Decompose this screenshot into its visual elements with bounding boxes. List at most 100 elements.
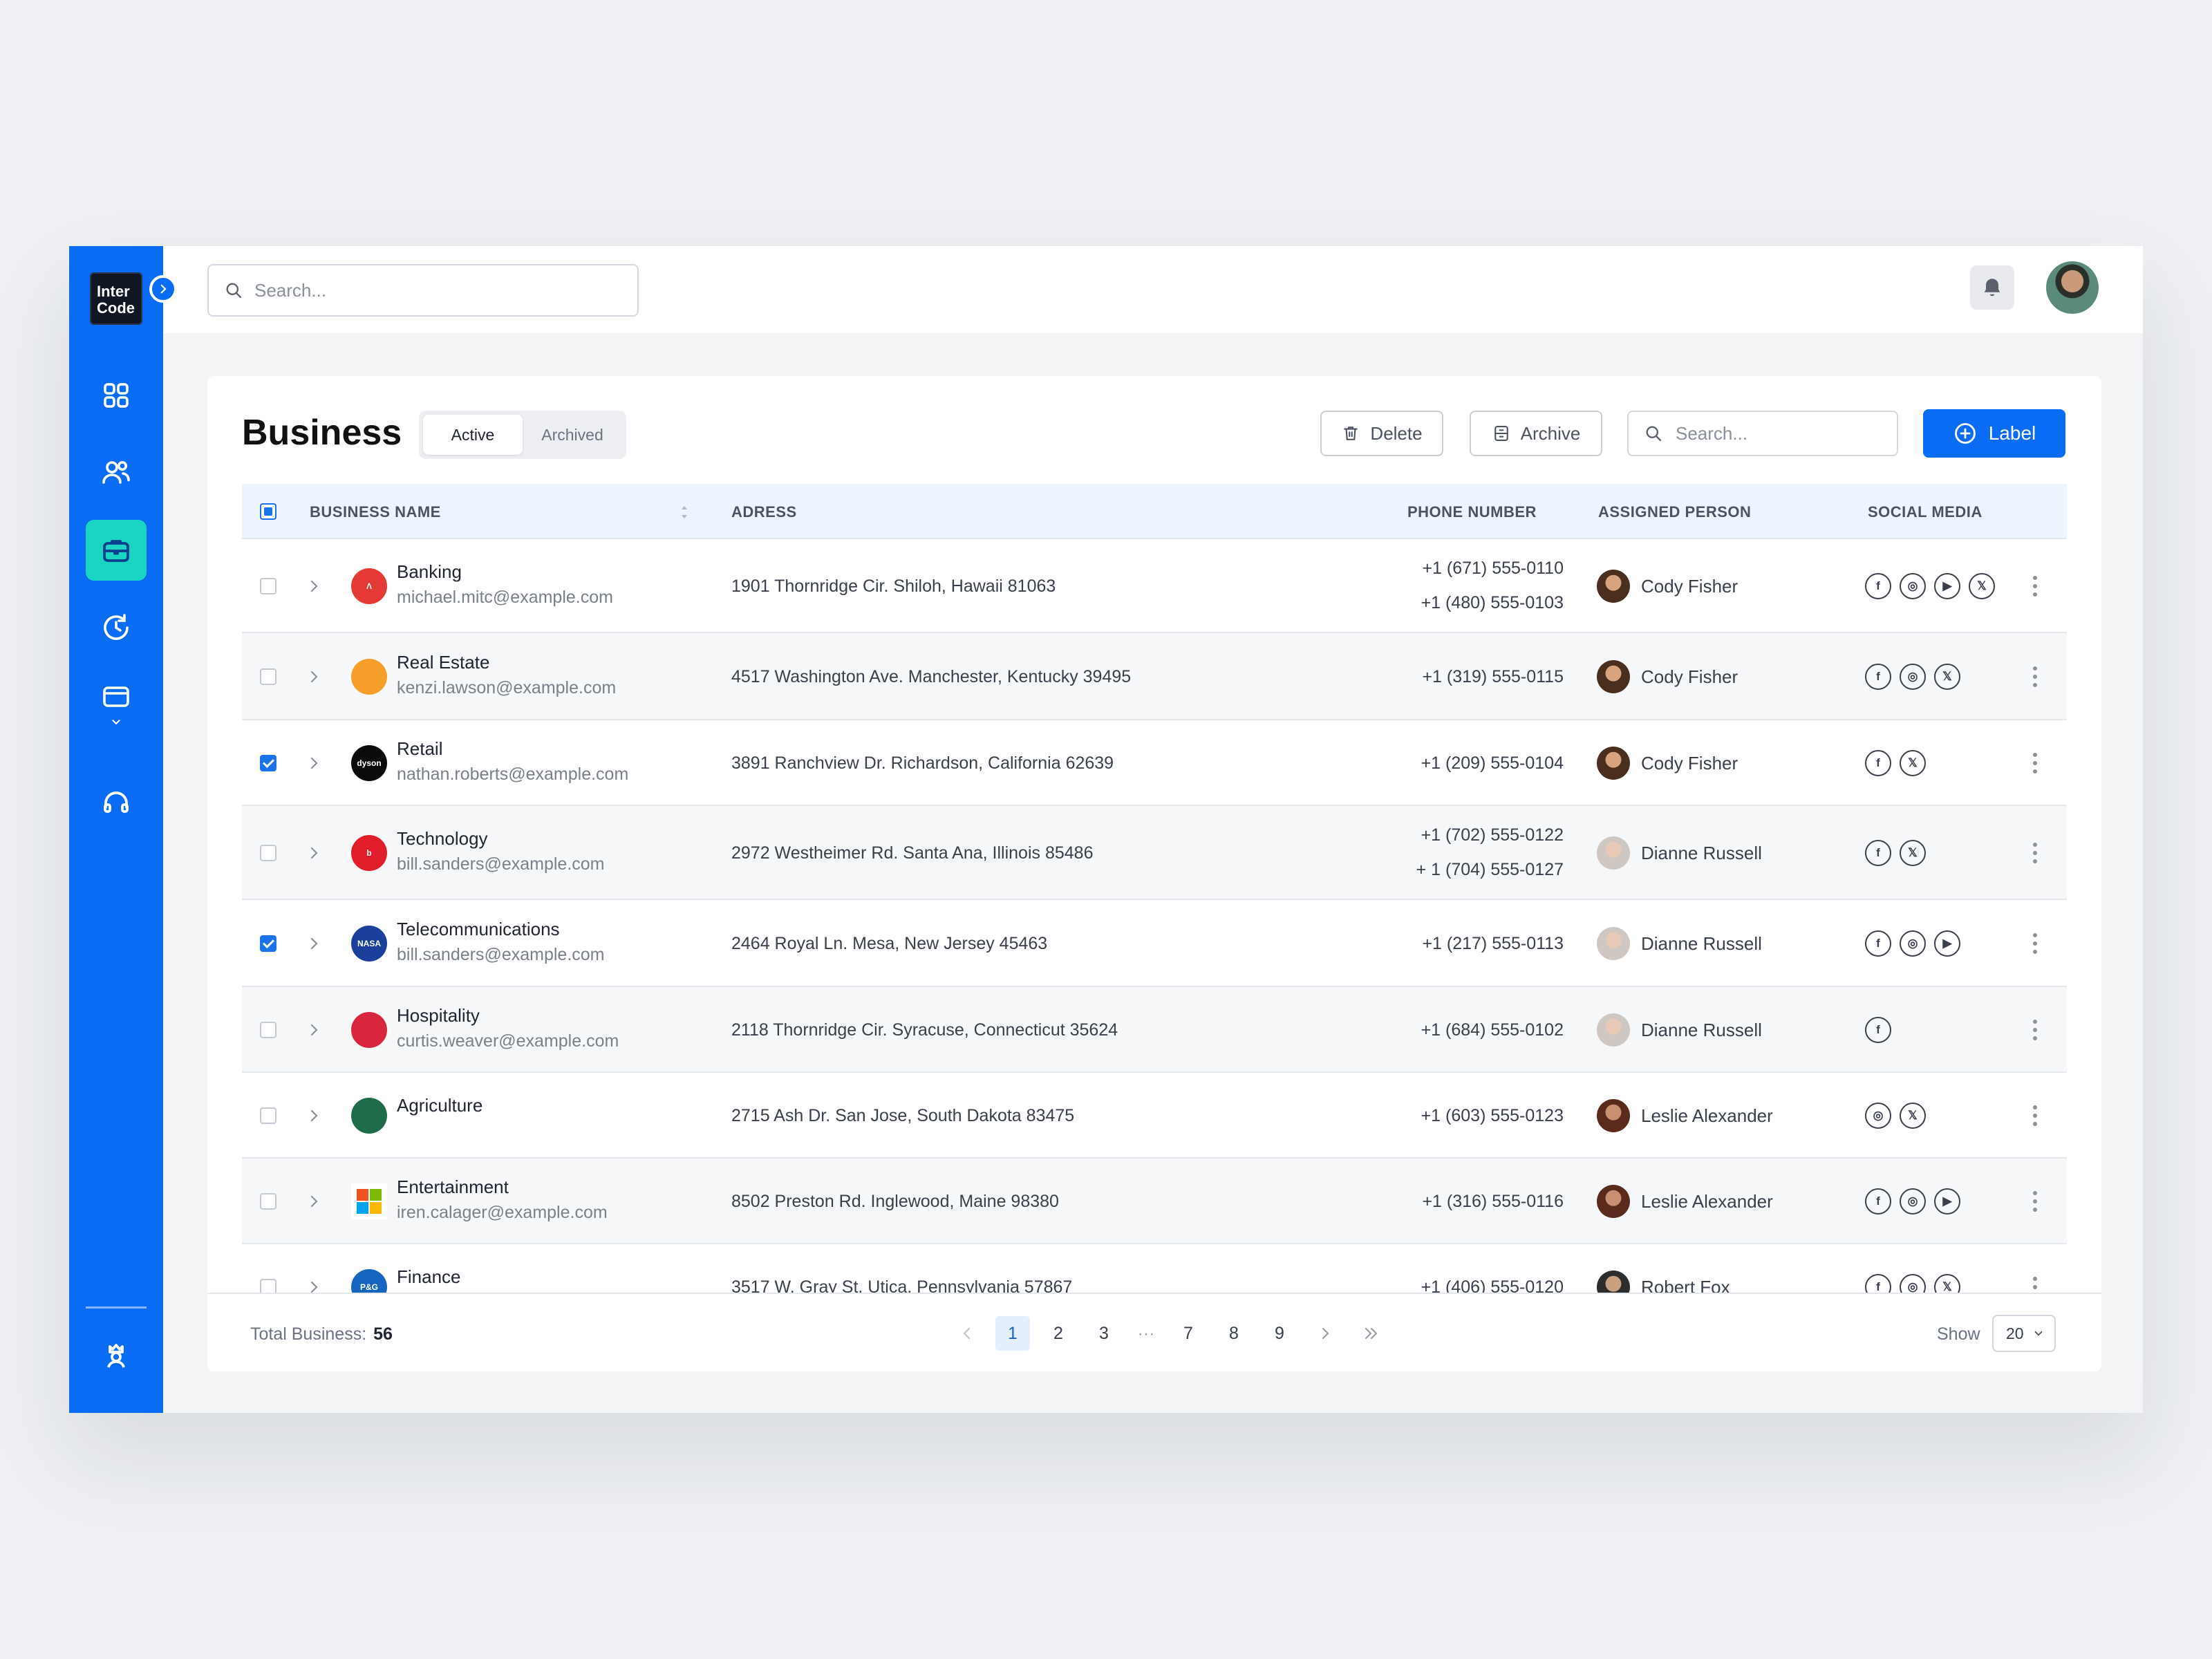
business-name[interactable]: Agriculture [397, 1095, 482, 1116]
sidebar-item-history[interactable] [86, 597, 147, 658]
page-button-2[interactable]: 2 [1041, 1316, 1076, 1351]
x-icon[interactable]: 𝕏 [1934, 664, 1960, 690]
business-address: 8502 Preston Rd. Inglewood, Maine 98380 [731, 1192, 1059, 1211]
row-checkbox[interactable] [260, 668, 276, 685]
business-name[interactable]: Finance [397, 1266, 461, 1288]
business-name[interactable]: Real Estate [397, 652, 489, 673]
youtube-icon[interactable]: ▶ [1934, 573, 1960, 599]
facebook-icon[interactable]: f [1865, 1017, 1891, 1043]
facebook-icon[interactable]: f [1865, 750, 1891, 776]
more-options-icon[interactable] [2032, 1103, 2038, 1128]
more-options-icon[interactable] [2032, 1189, 2038, 1214]
row-checkbox[interactable] [260, 1022, 276, 1038]
sidebar-item-dashboard[interactable] [86, 365, 147, 426]
facebook-icon[interactable]: f [1865, 664, 1891, 690]
table-row[interactable]: Real Estate kenzi.lawson@example.com 4517 … [242, 633, 2067, 720]
tab-archived[interactable]: Archived [523, 415, 622, 455]
chevron-right-icon[interactable] [306, 755, 322, 771]
instagram-icon[interactable]: ◎ [1900, 930, 1926, 957]
header-business-name[interactable]: BUSINESS NAME [310, 503, 441, 521]
page-button-3[interactable]: 3 [1087, 1316, 1121, 1351]
facebook-icon[interactable]: f [1865, 573, 1891, 599]
tab-active[interactable]: Active [423, 415, 523, 455]
business-logo [351, 1098, 387, 1134]
x-icon[interactable]: 𝕏 [1900, 840, 1926, 866]
x-icon[interactable]: 𝕏 [1969, 573, 1995, 599]
business-logo [351, 1183, 387, 1219]
chevron-right-icon[interactable] [306, 1107, 322, 1124]
add-label-button[interactable]: Label [1923, 409, 2065, 458]
more-options-icon[interactable] [2032, 664, 2038, 689]
chevron-right-icon [1322, 1327, 1329, 1340]
table-row[interactable]: dyson Retail nathan.roberts@example.com 389… [242, 720, 2067, 806]
business-name[interactable]: Hospitality [397, 1005, 480, 1027]
select-all-checkbox[interactable] [260, 503, 276, 520]
sidebar-item-support[interactable] [86, 771, 147, 832]
instagram-icon[interactable]: ◎ [1900, 1188, 1926, 1215]
row-checkbox[interactable] [260, 578, 276, 594]
sidebar-toggle-button[interactable] [149, 275, 177, 303]
intercode-logo[interactable]: Inter Code [90, 272, 142, 325]
header-phone: PHONE NUMBER [1407, 503, 1537, 521]
row-checkbox[interactable] [260, 1193, 276, 1210]
facebook-icon[interactable]: f [1865, 1188, 1891, 1215]
social-links: f [1865, 1017, 1891, 1043]
chevron-right-icon[interactable] [306, 845, 322, 861]
instagram-icon[interactable]: ◎ [1900, 664, 1926, 690]
x-icon[interactable]: 𝕏 [1900, 750, 1926, 776]
table-search-input[interactable]: Search... [1627, 411, 1898, 456]
business-name[interactable]: Entertainment [397, 1177, 509, 1198]
youtube-icon[interactable]: ▶ [1934, 1188, 1960, 1215]
sidebar-item-users[interactable] [86, 442, 147, 503]
row-checkbox[interactable] [260, 755, 276, 771]
page-button-7[interactable]: 7 [1171, 1316, 1206, 1351]
youtube-icon[interactable]: ▶ [1934, 930, 1960, 957]
table-row[interactable]: Λ Banking michael.mitc@example.com 1901 Tho… [242, 539, 2067, 633]
instagram-icon[interactable]: ◎ [1900, 573, 1926, 599]
x-icon[interactable]: 𝕏 [1900, 1103, 1926, 1129]
business-name[interactable]: Banking [397, 561, 462, 583]
chevron-right-icon[interactable] [306, 935, 322, 952]
chevron-right-icon[interactable] [306, 668, 322, 685]
chevron-right-icon[interactable] [306, 578, 322, 594]
facebook-icon[interactable]: f [1865, 930, 1891, 957]
row-checkbox[interactable] [260, 845, 276, 861]
archive-button[interactable]: Archive [1470, 411, 1602, 456]
phone-number: +1 (480) 555-0103 [1421, 593, 1564, 612]
global-search-input[interactable]: Search... [207, 264, 639, 317]
page-button-9[interactable]: 9 [1262, 1316, 1297, 1351]
page-size-select[interactable]: 20 [1992, 1315, 2056, 1352]
notifications-button[interactable] [1970, 265, 2014, 310]
more-options-icon[interactable] [2032, 1018, 2038, 1042]
sort-icon[interactable] [679, 502, 690, 523]
user-avatar[interactable] [2046, 261, 2099, 314]
table-row[interactable]: Hospitality curtis.weaver@example.com 2118… [242, 987, 2067, 1073]
next-page-button[interactable] [1308, 1316, 1342, 1351]
business-name[interactable]: Technology [397, 828, 488, 850]
more-options-icon[interactable] [2032, 751, 2038, 776]
page-button-8[interactable]: 8 [1217, 1316, 1251, 1351]
prev-page-button[interactable] [950, 1316, 984, 1351]
sidebar-item-wallet[interactable] [86, 675, 147, 735]
delete-button[interactable]: Delete [1320, 411, 1443, 456]
last-page-button[interactable] [1353, 1316, 1388, 1351]
more-options-icon[interactable] [2032, 931, 2038, 956]
table-row[interactable]: NASA Telecommunications bill.sanders@examp… [242, 900, 2067, 987]
row-checkbox[interactable] [260, 935, 276, 952]
sidebar-item-business[interactable] [86, 520, 147, 581]
more-options-icon[interactable] [2032, 841, 2038, 865]
instagram-icon[interactable]: ◎ [1865, 1103, 1891, 1129]
table-row[interactable]: Agriculture 2715 Ash Dr. San Jose, South … [242, 1073, 2067, 1159]
chevron-right-icon[interactable] [306, 1193, 322, 1210]
table-row[interactable]: Entertainment iren.calager@example.com 850… [242, 1159, 2067, 1244]
page-button-1[interactable]: 1 [995, 1316, 1030, 1351]
business-name[interactable]: Retail [397, 738, 442, 760]
facebook-icon[interactable]: f [1865, 840, 1891, 866]
more-options-icon[interactable] [2032, 574, 2038, 599]
sidebar-item-profile[interactable] [86, 1326, 147, 1387]
row-checkbox[interactable] [260, 1107, 276, 1124]
chevron-right-icon[interactable] [306, 1022, 322, 1038]
table-row[interactable]: b Technology bill.sanders@example.com 2972 … [242, 806, 2067, 900]
archive-icon [1494, 426, 1508, 441]
business-name[interactable]: Telecommunications [397, 919, 560, 940]
